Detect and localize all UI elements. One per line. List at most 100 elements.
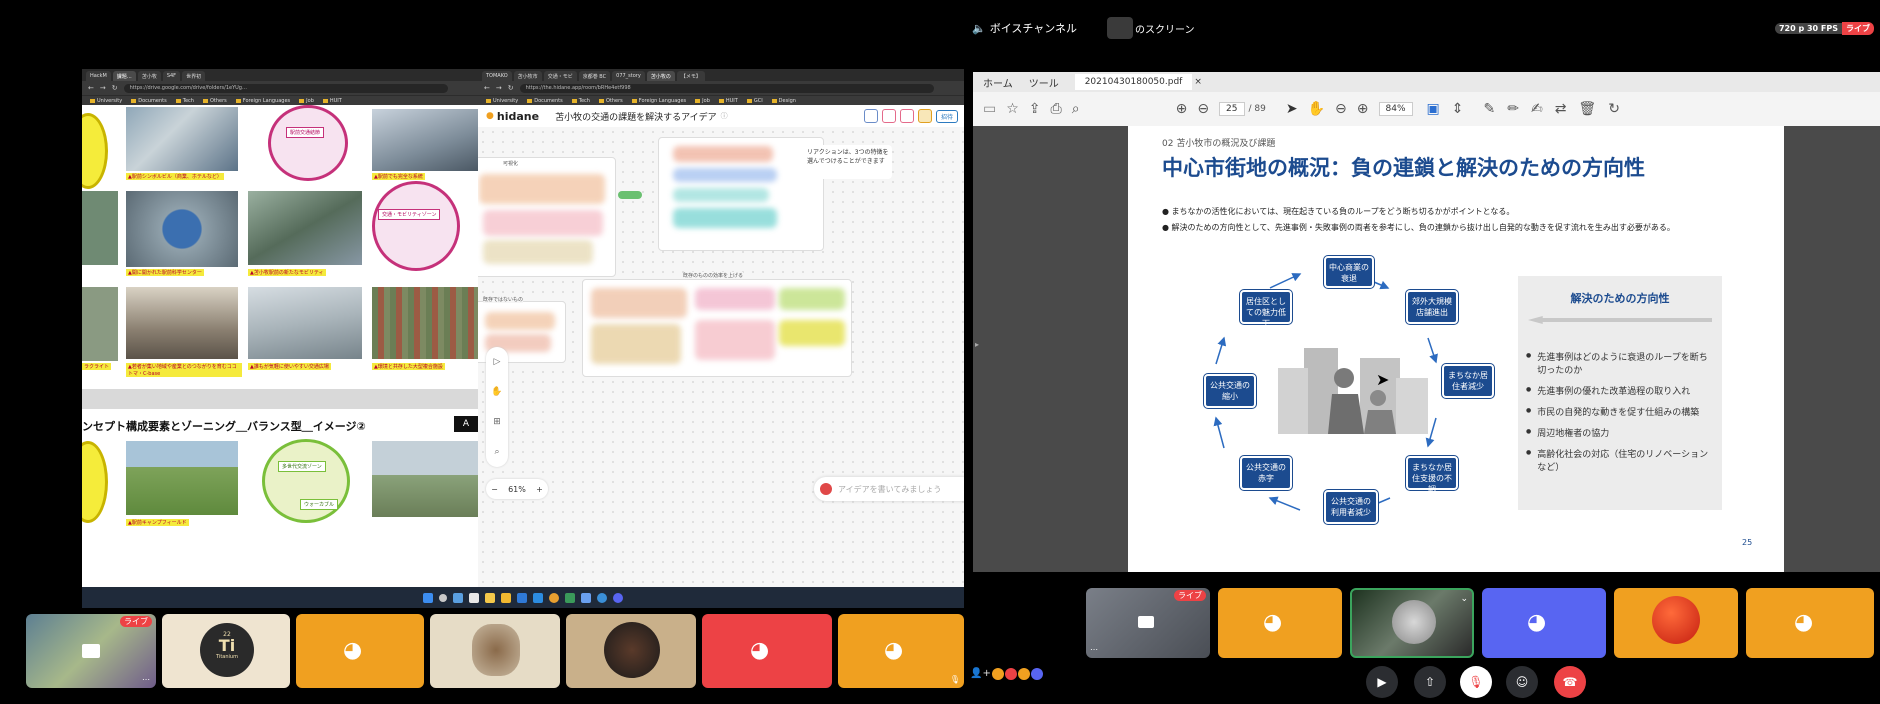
star-icon[interactable]: ☆	[1006, 101, 1019, 117]
bookmark-item[interactable]: Others	[599, 98, 623, 104]
close-icon[interactable]: ×	[1194, 77, 1202, 87]
avatar[interactable]	[863, 109, 878, 123]
pointer-icon[interactable]: ▷	[494, 357, 501, 367]
page-down-icon[interactable]: ⊖	[1197, 101, 1209, 117]
idea-card[interactable]: 既存のものの効率を上げる	[582, 272, 852, 377]
forward-icon[interactable]: →	[100, 84, 106, 92]
hand-icon[interactable]: ✋	[491, 387, 502, 397]
zoom-out-icon[interactable]: ⊖	[1335, 101, 1347, 117]
upload-icon[interactable]: ⇪	[1029, 101, 1041, 117]
bookmark-item[interactable]: University	[486, 98, 518, 104]
participant-tile[interactable]	[566, 614, 696, 688]
bookmark-item[interactable]: HUIT	[719, 98, 738, 104]
bookmark-item[interactable]: Tech	[572, 98, 590, 104]
menu-home[interactable]: ホーム	[983, 75, 1013, 90]
more-icon[interactable]: ⋯	[142, 675, 150, 684]
bookmark-item[interactable]: Foreign Languages	[632, 98, 686, 104]
participant-tile[interactable]	[1614, 588, 1738, 658]
bookmark-item[interactable]: Documents	[527, 98, 563, 104]
more-icon[interactable]: ⋯	[1090, 645, 1098, 654]
search-icon[interactable]	[439, 593, 447, 602]
invite-button[interactable]: 招待	[935, 109, 958, 123]
screen-share-button[interactable]: ⇧	[1414, 666, 1446, 698]
browser-tab[interactable]: HackM	[86, 71, 111, 81]
zoom-in-button[interactable]: +	[536, 485, 543, 494]
search-icon[interactable]: ⌕	[494, 447, 499, 457]
browser-tab[interactable]: 苫小牧	[137, 71, 161, 81]
bookmark-item[interactable]: University	[90, 98, 122, 104]
channel-name[interactable]: ボイスチャンネル	[990, 20, 1077, 36]
mail-icon[interactable]	[517, 592, 527, 603]
rotate-icon[interactable]: ↻	[1608, 101, 1620, 117]
reload-icon[interactable]: ↻	[112, 84, 118, 92]
search-icon[interactable]: ⌕	[1072, 101, 1080, 117]
browser-tab[interactable]: 京都巻 BC	[578, 71, 611, 81]
side-panel-toggle-icon[interactable]: ▸	[975, 340, 979, 349]
record-icon[interactable]	[820, 483, 832, 495]
cursor-icon[interactable]: ➤	[1286, 101, 1298, 117]
mail-icon[interactable]	[899, 109, 914, 123]
start-icon[interactable]	[423, 592, 433, 603]
avatar[interactable]	[881, 109, 896, 123]
store-icon[interactable]	[533, 592, 543, 603]
bookmark-item[interactable]: GCI	[747, 98, 763, 104]
add-user-icon[interactable]: 👤+	[970, 668, 991, 679]
app-icon[interactable]	[597, 592, 607, 603]
disconnect-button[interactable]: ☎	[1554, 666, 1586, 698]
app-icon[interactable]	[469, 592, 479, 603]
browser-tab[interactable]: 苫小牧の	[646, 71, 675, 81]
browser-tab[interactable]: TOMAKO	[482, 71, 512, 81]
bookmark-item[interactable]: HUIT	[323, 98, 342, 104]
url-input[interactable]: https://the.hidane.app/room/bRHe4etf998	[519, 83, 934, 93]
zoom-in-icon[interactable]: ⊕	[1357, 101, 1369, 117]
browser-tab[interactable]: 課題…	[112, 71, 136, 81]
page-up-icon[interactable]: ⊕	[1176, 101, 1188, 117]
bookmark-item[interactable]: Documents	[131, 98, 167, 104]
folder-icon[interactable]	[485, 592, 495, 603]
hand-icon[interactable]: ✋	[1308, 101, 1325, 117]
participant-tile-stream[interactable]: ライブ ⋯	[26, 614, 156, 688]
delete-icon[interactable]: 🗑	[1578, 101, 1596, 117]
bookmark-item[interactable]: Design	[772, 98, 796, 104]
avatar[interactable]	[917, 109, 932, 123]
chrome-icon[interactable]	[549, 592, 559, 603]
participant-tile[interactable]: ◕ 🎙	[838, 614, 964, 688]
participant-tile-speaking[interactable]: ⌄	[1350, 588, 1474, 658]
participant-tile[interactable]: ◕	[296, 614, 424, 688]
comment-icon[interactable]: ✎	[1483, 101, 1495, 117]
share-icon[interactable]: ⇄	[1555, 101, 1567, 117]
url-input[interactable]: https://drive.google.com/drive/folders/1…	[123, 83, 448, 93]
info-icon[interactable]: ⓘ	[721, 111, 728, 121]
idea-input[interactable]: アイデアを書いてみましょう	[814, 477, 964, 501]
print-icon[interactable]: ⎙	[1051, 101, 1062, 117]
idea-canvas[interactable]: 可視化 リアクションは、3つの特徴を選んでつけることができます 既存のものの効率…	[478, 127, 964, 597]
browser-tab[interactable]: 【メモ】	[676, 71, 705, 81]
task-view-icon[interactable]	[453, 592, 463, 603]
explorer-icon[interactable]	[501, 592, 511, 603]
browser-tab[interactable]: S4F	[162, 71, 181, 81]
idea-card[interactable]	[658, 137, 824, 251]
chevron-down-icon[interactable]: ⌄	[1460, 594, 1468, 604]
fit-page-icon[interactable]: ▣	[1427, 101, 1440, 117]
bookmark-item[interactable]: Tech	[176, 98, 194, 104]
mute-button[interactable]: 🎙	[1460, 666, 1492, 698]
participant-tile[interactable]	[430, 614, 560, 688]
file-tab[interactable]: 20210430180050.pdf	[1074, 74, 1193, 90]
page-number-input[interactable]: 25	[1219, 102, 1245, 116]
menu-tools[interactable]: ツール	[1029, 75, 1059, 90]
browser-tab[interactable]: 苫小牧市	[513, 71, 542, 81]
camera-button[interactable]: ▶	[1366, 666, 1398, 698]
back-icon[interactable]: ←	[88, 84, 94, 92]
activity-button[interactable]: ☺	[1506, 666, 1538, 698]
bookmark-item[interactable]: Job	[299, 98, 314, 104]
participant-tile-stream[interactable]: ライブ ⋯	[1086, 588, 1210, 658]
browser-tab[interactable]: 077_story	[612, 71, 645, 81]
add-card-icon[interactable]: ⊞	[493, 417, 501, 427]
bookmark-item[interactable]: Others	[203, 98, 227, 104]
participant-tile[interactable]: ◕	[1218, 588, 1342, 658]
sign-icon[interactable]: ✍	[1531, 101, 1543, 117]
save-icon[interactable]: ▭	[983, 101, 996, 117]
participant-tile[interactable]: ◕	[1482, 588, 1606, 658]
bookmark-item[interactable]: Job	[695, 98, 710, 104]
forward-icon[interactable]: →	[496, 84, 502, 92]
